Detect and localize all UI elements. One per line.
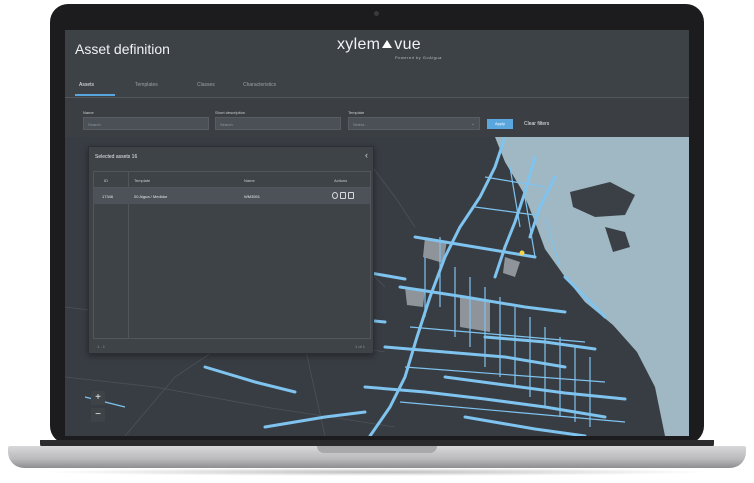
column-header-actions: Actions (334, 178, 348, 183)
column-header-name[interactable]: Name (244, 178, 255, 183)
laptop-notch (317, 446, 437, 453)
assets-table: ID Template Name Actions 17346 00 Aigua … (93, 171, 371, 339)
brand-left: xylem (337, 36, 381, 53)
apply-button[interactable]: Apply (487, 119, 513, 129)
brand-subtitle: Powered by GoAigua (395, 55, 442, 60)
locate-icon[interactable] (332, 192, 338, 199)
tab-characteristics[interactable]: Characteristics (243, 82, 276, 88)
zoom-in-button[interactable]: + (91, 391, 105, 405)
filter-bar: Name Search Short description Search Tem… (65, 99, 689, 137)
cell-name: WM3591 (244, 194, 261, 199)
row-actions (332, 192, 354, 199)
chevron-left-icon[interactable]: ‹ (365, 150, 368, 160)
app-screen: Asset definition xylem vue Powered by GoA… (65, 30, 689, 436)
clear-filters-link[interactable]: Clear filters (524, 121, 549, 127)
tab-templates[interactable]: Templates (135, 82, 158, 88)
column-header-id[interactable]: ID (104, 178, 108, 183)
description-search-input[interactable]: Search (215, 117, 341, 130)
brand-right: vue (394, 36, 421, 53)
pagination-range[interactable]: 1 - 1 (97, 344, 105, 349)
panel-title: Selected assets 16 (95, 154, 138, 160)
zoom-out-button[interactable]: − (91, 408, 105, 422)
edit-icon[interactable] (340, 192, 346, 199)
brand-triangle-icon (382, 40, 393, 48)
description-search-placeholder: Search (220, 122, 233, 127)
delete-icon[interactable] (348, 192, 354, 199)
page-title: Asset definition (75, 41, 170, 57)
cell-id: 17346 (102, 194, 114, 199)
template-filter-label: Template (348, 110, 365, 115)
name-search-placeholder: Search (88, 122, 101, 127)
pagination-pages[interactable]: 1 of 1 (355, 344, 365, 349)
tab-classes[interactable]: Classes (197, 82, 215, 88)
app-header: Asset definition xylem vue Powered by GoA… (65, 30, 689, 72)
brand-logo: xylem vue (337, 36, 421, 54)
table-header: ID Template Name Actions (94, 172, 370, 188)
template-select-placeholder: Select... (353, 122, 368, 127)
cell-template: 00 Aigua / Medidor (134, 194, 168, 199)
selected-asset-marker[interactable] (519, 250, 525, 256)
camera-icon (374, 11, 379, 16)
chevron-down-icon: ⌄ (470, 121, 475, 127)
tab-bar: Assets Templates Classes Characteristics (65, 72, 689, 98)
table-row[interactable]: 17346 00 Aigua / Medidor WM3591 (94, 188, 370, 204)
tab-assets[interactable]: Assets (79, 82, 94, 88)
name-filter-label: Name (83, 110, 94, 115)
laptop-shadow (40, 468, 714, 476)
template-select[interactable]: Select... ⌄ (348, 117, 480, 130)
column-header-template[interactable]: Template (134, 178, 150, 183)
description-filter-label: Short description (215, 110, 246, 115)
selected-assets-panel: Selected assets 16 ‹ ID Template Name Ac… (88, 146, 374, 354)
name-search-input[interactable]: Search (83, 117, 209, 130)
active-tab-indicator (75, 94, 115, 96)
